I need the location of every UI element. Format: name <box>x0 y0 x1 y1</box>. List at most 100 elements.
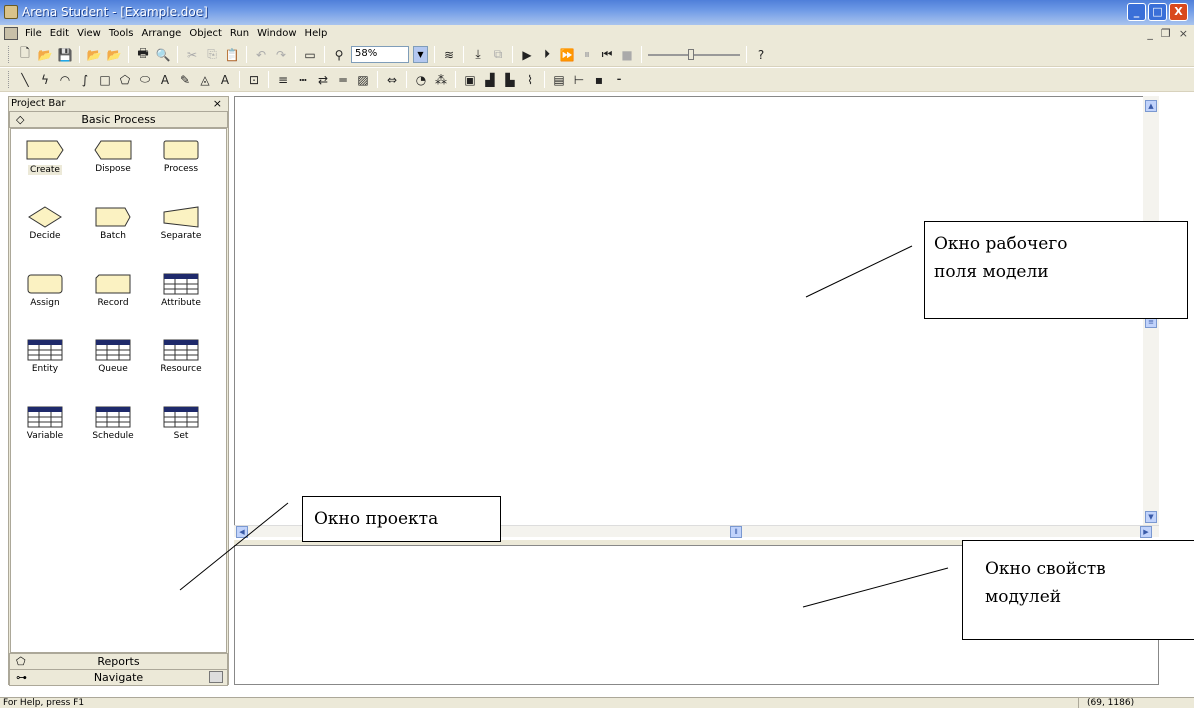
template-detach-icon[interactable]: 📂 <box>106 47 122 63</box>
submodel-icon[interactable]: ⤓ <box>470 47 486 63</box>
fill-pattern-icon[interactable]: ▨ <box>355 72 371 88</box>
polyline-icon[interactable]: ϟ <box>37 72 53 88</box>
panel-navigate[interactable]: ⊶ Navigate <box>9 669 228 686</box>
scroll-up-icon[interactable]: ▲ <box>1145 100 1157 112</box>
module-set[interactable]: Set <box>149 404 213 454</box>
line-style-icon[interactable]: ┅ <box>295 72 311 88</box>
date-icon[interactable]: ⁂ <box>433 72 449 88</box>
fill-color-icon[interactable]: ◬ <box>197 72 213 88</box>
seize-icon[interactable]: ▪ <box>591 72 607 88</box>
arena-app-icon[interactable] <box>4 5 18 19</box>
module-resource[interactable]: Resource <box>149 337 213 387</box>
line-icon[interactable]: ╲ <box>17 72 33 88</box>
run-go-icon[interactable]: ▶ <box>519 47 535 63</box>
menu-run[interactable]: Run <box>230 28 254 39</box>
create-shape-icon <box>26 140 64 160</box>
mdi-minimize-button[interactable]: _ <box>1147 27 1153 40</box>
panel-basic-process[interactable]: ◇ Basic Process <box>9 111 228 128</box>
text-icon[interactable]: A <box>157 72 173 88</box>
zoom-icon[interactable]: ⚲ <box>331 47 347 63</box>
toolbar-grip[interactable] <box>8 46 11 63</box>
step-icon[interactable]: ⏵ <box>539 47 555 63</box>
bezier-icon[interactable]: ∫ <box>77 72 93 88</box>
menu-window[interactable]: Window <box>257 28 301 39</box>
new-file-icon[interactable]: 🗋 <box>17 46 33 63</box>
clock-icon[interactable]: ◔ <box>413 72 429 88</box>
open-folder-icon[interactable]: 📂 <box>37 47 53 63</box>
polygon-icon[interactable]: ⬠ <box>117 72 133 88</box>
module-queue[interactable]: Queue <box>81 337 145 387</box>
copy-icon[interactable]: ⎘ <box>204 47 220 63</box>
ellipse-icon[interactable]: ⬭ <box>137 72 153 88</box>
panel-reports[interactable]: ⬠ Reports <box>9 653 228 670</box>
line-width-icon[interactable]: ≡ <box>275 72 291 88</box>
start-over-icon[interactable]: ⏮ <box>599 47 615 63</box>
scroll-left-icon[interactable]: ◀ <box>236 526 248 538</box>
menu-object[interactable]: Object <box>189 28 227 39</box>
stop-icon[interactable]: ■ <box>619 47 635 63</box>
module-schedule[interactable]: Schedule <box>81 404 145 454</box>
line-pattern-icon[interactable]: ═ <box>335 72 351 88</box>
scroll-right-icon[interactable]: ▶ <box>1140 526 1152 538</box>
arrow-style-icon[interactable]: ⇄ <box>315 72 331 88</box>
text-color-icon[interactable]: A <box>217 72 233 88</box>
fast-forward-icon[interactable]: ⏩ <box>559 47 575 63</box>
plot-icon[interactable]: ⌇ <box>522 72 538 88</box>
module-assign[interactable]: Assign <box>13 271 77 321</box>
animation-speed-slider[interactable] <box>648 48 740 61</box>
mdi-close-button[interactable]: × <box>1179 27 1188 40</box>
module-attribute[interactable]: Attribute <box>149 271 213 321</box>
undo-icon[interactable]: ↶ <box>253 47 269 63</box>
document-icon[interactable] <box>4 27 18 40</box>
window-background-icon[interactable]: ⊡ <box>246 72 262 88</box>
arc-icon[interactable]: ◠ <box>57 72 73 88</box>
histogram-icon[interactable]: ▙ <box>502 72 518 88</box>
module-entity[interactable]: Entity <box>13 337 77 387</box>
module-process[interactable]: Process <box>149 137 213 187</box>
connect-icon[interactable]: ⧉ <box>490 47 506 63</box>
paste-icon[interactable]: 📋 <box>224 47 240 63</box>
module-variable[interactable]: Variable <box>13 404 77 454</box>
layers-icon[interactable]: ≋ <box>441 47 457 63</box>
queue-anim-icon[interactable]: ▤ <box>551 72 567 88</box>
line-color-icon[interactable]: ✎ <box>177 72 193 88</box>
maximize-button[interactable]: □ <box>1148 3 1167 21</box>
module-create[interactable]: Create <box>13 137 77 187</box>
view-all-icon[interactable]: ▭ <box>302 47 318 63</box>
pause-icon[interactable]: ⏸ <box>579 47 595 63</box>
box-icon[interactable]: □ <box>97 72 113 88</box>
cut-icon[interactable]: ✂ <box>184 47 200 63</box>
template-attach-icon[interactable]: 📂 <box>86 47 102 63</box>
scroll-down-icon[interactable]: ▼ <box>1145 511 1157 523</box>
redo-icon[interactable]: ↷ <box>273 47 289 63</box>
save-icon[interactable]: 💾 <box>57 47 73 63</box>
module-record[interactable]: Record <box>81 271 145 321</box>
module-dispose[interactable]: Dispose <box>81 137 145 187</box>
menu-help[interactable]: Help <box>305 28 333 39</box>
menu-tools[interactable]: Tools <box>109 28 139 39</box>
close-button[interactable]: X <box>1169 3 1188 21</box>
variable-icon[interactable]: ▣ <box>462 72 478 88</box>
menu-edit[interactable]: Edit <box>50 28 74 39</box>
zoom-input[interactable]: 58% <box>351 46 409 63</box>
context-help-icon[interactable]: ? <box>753 47 769 63</box>
print-preview-icon[interactable]: 🔍 <box>155 47 171 63</box>
module-decide[interactable]: Decide <box>13 204 77 254</box>
mdi-restore-button[interactable]: ❐ <box>1161 27 1171 40</box>
menu-arrange[interactable]: Arrange <box>141 28 186 39</box>
zoom-dropdown-icon[interactable]: ▼ <box>413 46 428 63</box>
toolbar-grip[interactable] <box>8 71 11 88</box>
thumbnail-icon[interactable] <box>209 671 223 683</box>
module-batch[interactable]: Batch <box>81 204 145 254</box>
project-bar-close-button[interactable]: × <box>213 97 222 110</box>
module-separate[interactable]: Separate <box>149 204 213 254</box>
parking-icon[interactable]: ⁃ <box>611 72 627 88</box>
level-icon[interactable]: ▟ <box>482 72 498 88</box>
scroll-thumb-h[interactable]: ⦀ <box>730 526 742 538</box>
print-icon[interactable]: 🖶 <box>135 46 151 63</box>
menu-view[interactable]: View <box>77 28 106 39</box>
minimize-button[interactable]: _ <box>1127 3 1146 21</box>
menu-file[interactable]: File <box>25 28 47 39</box>
storage-icon[interactable]: ⊢ <box>571 72 587 88</box>
show-dimensions-icon[interactable]: ⇔ <box>384 72 400 88</box>
